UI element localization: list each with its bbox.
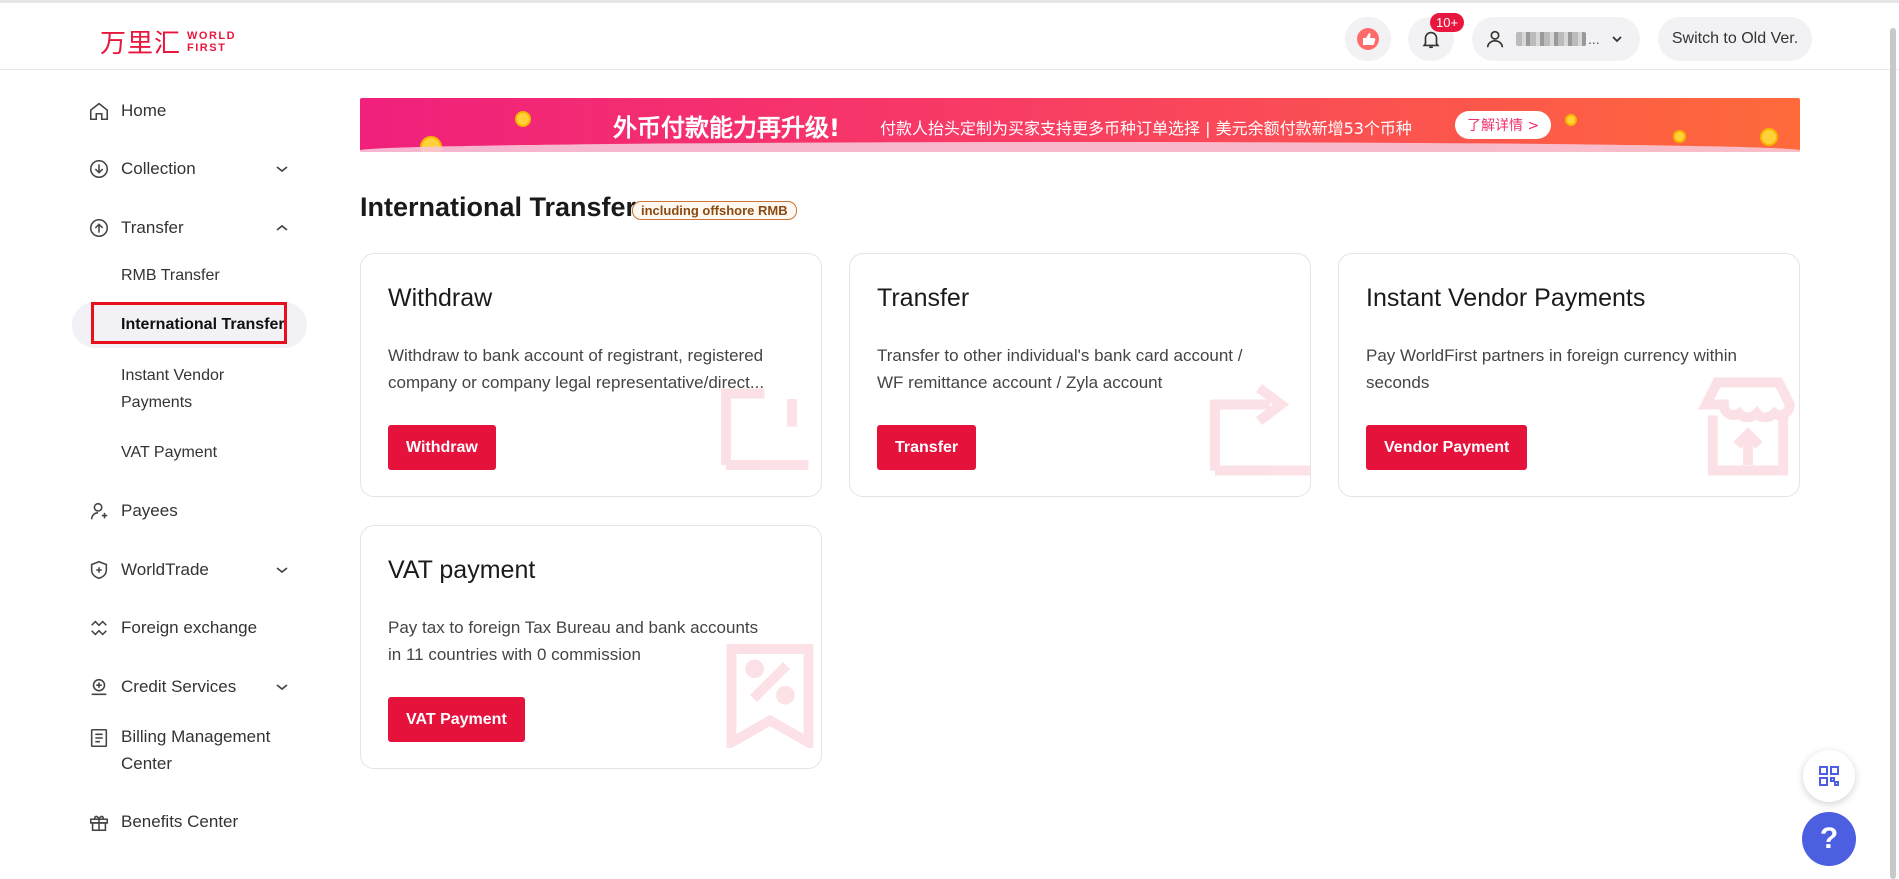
thumbs-up-icon (1357, 28, 1379, 50)
coin-icon (1673, 130, 1686, 143)
top-header: 万里汇 WORLD FIRST 10+ ... Switch to Old Ve… (0, 3, 1899, 70)
home-icon (89, 102, 109, 121)
sidebar-label-payees: Payees (121, 501, 178, 520)
coin-icon (515, 111, 531, 127)
card-title: Withdraw (388, 284, 493, 312)
sidebar-item-benefits-center[interactable]: Benefits Center (70, 802, 320, 842)
card-desc-line1: Withdraw to bank account of registrant, … (388, 346, 764, 365)
help-button[interactable]: ? (1802, 812, 1856, 866)
user-icon (1486, 30, 1504, 48)
coin-icon (1565, 114, 1577, 126)
card-title: Instant Vendor Payments (1366, 284, 1646, 312)
sidebar-item-collection[interactable]: Collection (70, 149, 320, 189)
sidebar-label-foreign-exchange: Foreign exchange (121, 618, 258, 637)
sidebar-label-transfer: Transfer (121, 218, 184, 237)
user-menu[interactable]: ... (1472, 17, 1640, 61)
sidebar-item-home[interactable]: Home (70, 91, 320, 131)
page-title: International Transfer (360, 192, 637, 222)
chevron-down-icon (1612, 36, 1622, 43)
chevron-down-icon (276, 567, 288, 574)
sidebar-label-credit-services: Credit Services (121, 677, 237, 696)
page-scrollbar[interactable] (1890, 28, 1896, 879)
coin-icon (1760, 128, 1778, 146)
banner-subtitle: 付款人抬头定制为买家支持更多币种订单选择 | 美元余额付款新增53个币种 (880, 119, 1412, 138)
gift-icon (89, 815, 109, 832)
worldtrade-icon (90, 560, 108, 580)
banner-wave-decoration (360, 142, 1800, 152)
vendor-payment-button[interactable]: Vendor Payment (1366, 425, 1528, 470)
sidebar-subitem-vat-payment[interactable]: VAT Payment (121, 439, 217, 466)
sidebar-subitem-instant-vendor-payments[interactable]: Instant Vendor Payments (121, 362, 271, 416)
notification-badge: 10+ (1430, 13, 1465, 32)
logo-en-line2: FIRST (187, 41, 227, 54)
logo-english: WORLD FIRST (187, 30, 236, 54)
user-name-ellipsis: ... (1588, 31, 1600, 47)
chevron-down-icon (276, 684, 288, 691)
sidebar-item-credit-services[interactable]: Credit Services (70, 667, 320, 707)
billing-icon (90, 728, 108, 748)
transfer-button[interactable]: Transfer (877, 425, 977, 470)
vat-payment-card: VAT payment Pay tax to foreign Tax Burea… (360, 525, 822, 769)
collection-icon (89, 159, 109, 179)
vat-payment-button[interactable]: VAT Payment (388, 697, 525, 742)
instant-vendor-payments-card: Instant Vendor Payments Pay WorldFirst p… (1338, 253, 1800, 497)
payees-icon (90, 502, 108, 520)
transfer-watermark-icon (1210, 384, 1310, 476)
logo-chinese: 万里汇 (100, 29, 182, 59)
transfer-card: Transfer Transfer to other individual's … (849, 253, 1311, 497)
banner-learn-more-button[interactable]: 了解详情 > (1455, 111, 1552, 139)
card-desc-line1: Pay tax to foreign Tax Bureau and bank a… (388, 618, 759, 637)
sidebar-label-billing: Billing Management Center (121, 727, 271, 773)
foreign-exchange-icon (91, 620, 107, 636)
sidebar-item-transfer[interactable]: Transfer (70, 208, 320, 248)
withdraw-watermark-icon (721, 388, 809, 470)
card-title: Transfer (877, 284, 970, 312)
sidebar-subitem-rmb-transfer[interactable]: RMB Transfer (121, 262, 220, 289)
sidebar-label-worldtrade: WorldTrade (121, 560, 209, 579)
withdraw-card: Withdraw Withdraw to bank account of reg… (360, 253, 822, 497)
sidebar-label-collection: Collection (121, 159, 196, 178)
sidebar-item-foreign-exchange[interactable]: Foreign exchange (70, 608, 320, 648)
title-tag: including offshore RMB (632, 201, 797, 220)
user-name-masked (1516, 32, 1586, 46)
store-watermark-icon (1698, 377, 1795, 476)
logo-en-line1: WORLD (187, 29, 237, 42)
worldfirst-logo[interactable]: 万里汇 WORLD FIRST (100, 23, 236, 60)
sidebar-label-home: Home (121, 101, 167, 120)
sidebar-label-benefits: Benefits Center (121, 812, 239, 831)
withdraw-button[interactable]: Withdraw (388, 425, 496, 470)
highlight-annotation-box (91, 302, 287, 344)
promo-banner[interactable]: 外币付款能力再升级! 付款人抬头定制为买家支持更多币种订单选择 | 美元余额付款… (360, 98, 1800, 152)
qr-code-icon (1819, 766, 1839, 786)
switch-old-version-button[interactable]: Switch to Old Ver. (1658, 17, 1812, 61)
card-title: VAT payment (388, 556, 536, 584)
sidebar-item-worldtrade[interactable]: WorldTrade (70, 550, 320, 590)
transfer-icon (89, 218, 109, 238)
thumbs-up-button[interactable] (1345, 17, 1391, 61)
banner-title: 外币付款能力再升级! (613, 114, 840, 142)
tax-receipt-watermark-icon (726, 644, 814, 748)
sidebar-item-payees[interactable]: Payees (70, 491, 320, 531)
card-desc-line1: Transfer to other individual's bank card… (877, 346, 1243, 365)
sidebar-item-billing-management[interactable]: Billing Management Center (70, 726, 320, 782)
chevron-up-icon (276, 224, 288, 231)
chevron-down-icon (276, 166, 288, 173)
card-desc-line1: Pay WorldFirst partners in foreign curre… (1366, 346, 1737, 365)
qr-code-button[interactable] (1803, 750, 1855, 802)
credit-services-icon (91, 678, 107, 696)
